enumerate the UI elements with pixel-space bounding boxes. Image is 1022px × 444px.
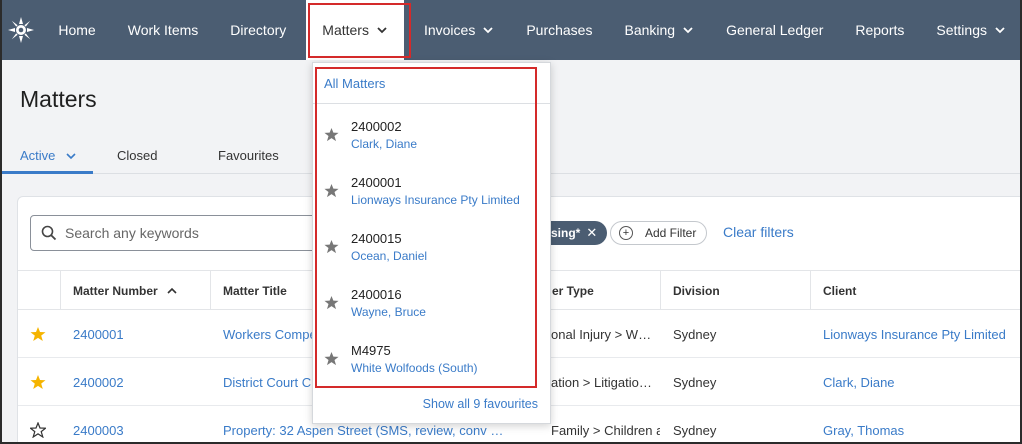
page-title: Matters [20, 86, 97, 112]
star-icon [324, 239, 339, 254]
nav-purchases-label: Purchases [526, 22, 593, 38]
nav-invoices-label: Invoices [423, 22, 476, 38]
column-header-label: Matter Title [223, 284, 287, 298]
nav-work-items[interactable]: Work Items [112, 0, 215, 60]
column-header-label: er Type [552, 284, 594, 298]
favourite-matter-number: 2400001 [351, 175, 402, 190]
nav-directory[interactable]: Directory [214, 0, 302, 60]
favourite-matter-client: Wayne, Bruce [351, 305, 426, 319]
sun-logo-icon[interactable] [0, 0, 42, 60]
plus-circle-icon: + [619, 226, 633, 240]
chevron-down-icon [66, 152, 76, 159]
nav-home-label: Home [58, 22, 96, 38]
star-icon [324, 295, 339, 310]
highlight-box-nav [308, 3, 411, 58]
clear-filters-link[interactable]: Clear filters [723, 224, 794, 240]
dropdown-divider [313, 103, 550, 104]
chevron-down-icon [483, 27, 493, 34]
matter-number-link[interactable]: 2400001 [61, 310, 211, 358]
search-icon [41, 225, 57, 241]
nav-invoices[interactable]: Invoices [408, 0, 510, 60]
column-header-label: Client [823, 284, 857, 298]
nav-home[interactable]: Home [42, 0, 111, 60]
matter-number-link[interactable]: 2400002 [61, 358, 211, 406]
nav-banking-label: Banking [624, 22, 676, 38]
nav-general-ledger-label: General Ledger [726, 22, 824, 38]
favourite-matter-client: Lionways Insurance Pty Limited [351, 193, 520, 207]
search-box [30, 215, 330, 251]
column-header-division[interactable]: Division [660, 271, 810, 311]
nav-reports[interactable]: Reports [839, 0, 920, 60]
favourite-matter-item[interactable]: 2400015 Ocean, Daniel [313, 219, 550, 275]
client-link[interactable]: Gray, Thomas [811, 406, 1022, 444]
matter-type: Family > Children a… [551, 422, 660, 438]
nav-settings[interactable]: Settings [920, 0, 1022, 60]
chevron-down-icon [995, 27, 1005, 34]
active-tab-indicator [0, 171, 93, 174]
column-header-favourite [18, 271, 60, 311]
star-icon [324, 127, 339, 142]
favourite-matter-item[interactable]: 2400001 Lionways Insurance Pty Limited [313, 163, 550, 219]
nav-banking[interactable]: Banking [608, 0, 710, 60]
favourite-matter-client: Ocean, Daniel [351, 249, 428, 263]
star-outline-icon[interactable] [30, 422, 46, 438]
favourite-matter-client: Clark, Diane [351, 137, 418, 151]
client-link[interactable]: Lionways Insurance Pty Limited [811, 310, 1022, 358]
favourite-matter-number: M4975 [351, 343, 391, 358]
division: Sydney [673, 326, 717, 342]
nav-settings-label: Settings [936, 22, 987, 38]
column-header-label: Matter Number [73, 284, 158, 298]
matter-type: onal Injury > W… [551, 326, 652, 342]
filter-chip-label: sing* [551, 226, 581, 240]
nav-purchases[interactable]: Purchases [510, 0, 608, 60]
nav-work-items-label: Work Items [127, 22, 199, 38]
favourite-matter-item[interactable]: 2400016 Wayne, Bruce [313, 275, 550, 331]
column-header-label: Division [673, 284, 720, 298]
division: Sydney [673, 422, 717, 438]
nav-reports-label: Reports [855, 22, 905, 38]
division: Sydney [673, 374, 717, 390]
tab-favourites[interactable]: Favourites [218, 148, 279, 163]
favourite-matter-number: 2400002 [351, 119, 402, 134]
matter-number-link[interactable]: 2400003 [61, 406, 211, 444]
tab-closed[interactable]: Closed [117, 148, 157, 163]
favourite-matter-item[interactable]: 2400002 Clark, Diane [313, 107, 550, 163]
favourite-matter-number: 2400016 [351, 287, 402, 302]
close-icon[interactable]: ✕ [586, 225, 597, 241]
star-icon [324, 183, 339, 198]
sort-ascending-icon [167, 287, 177, 294]
all-matters-link[interactable]: All Matters [324, 76, 385, 91]
nav-directory-label: Directory [230, 22, 287, 38]
matter-type: ation > Litigatio… [551, 374, 652, 390]
top-navigation-bar: Home Work Items Directory Matters Invoic… [0, 0, 1022, 60]
matters-dropdown-menu: All Matters 2400002 Clark, Diane 2400001… [312, 62, 551, 424]
tab-active-label: Active [20, 148, 56, 163]
star-filled-icon[interactable] [30, 374, 46, 390]
star-icon [324, 351, 339, 366]
column-header-matter-type[interactable]: er Type [534, 271, 660, 311]
chevron-down-icon [683, 27, 693, 34]
star-filled-icon[interactable] [30, 326, 46, 342]
add-filter-label: Add Filter [645, 226, 697, 240]
search-input[interactable] [65, 225, 305, 241]
favourite-matter-item[interactable]: M4975 White Wolfoods (South) [313, 331, 550, 387]
favourite-matter-client: White Wolfoods (South) [351, 361, 478, 375]
show-all-favourites-link[interactable]: Show all 9 favourites [423, 397, 538, 411]
favourite-matter-number: 2400015 [351, 231, 402, 246]
column-header-matter-number[interactable]: Matter Number [60, 271, 210, 311]
add-filter-button[interactable]: + Add Filter [610, 221, 708, 245]
column-header-client[interactable]: Client [810, 271, 1022, 311]
client-link[interactable]: Clark, Diane [811, 358, 1022, 406]
nav-general-ledger[interactable]: General Ledger [710, 0, 839, 60]
tab-active[interactable]: Active [20, 148, 77, 163]
